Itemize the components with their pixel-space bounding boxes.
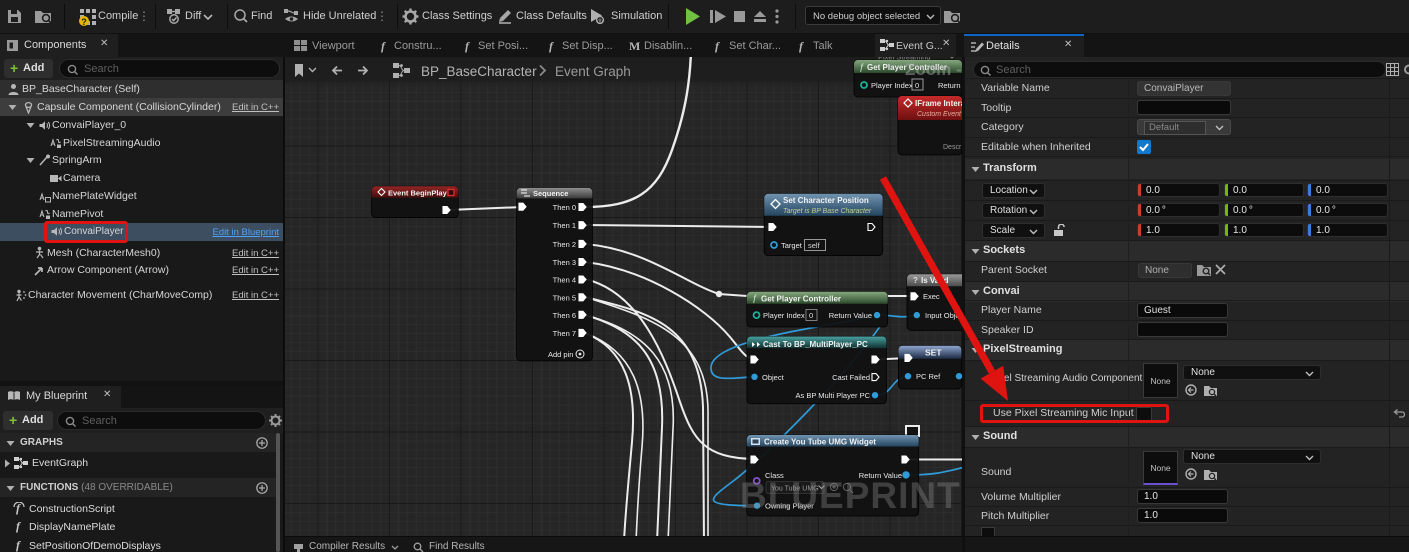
svg-text:Then 2: Then 2 [553, 240, 576, 249]
svg-text:Create You Tube UMG Widget: Create You Tube UMG Widget [764, 438, 876, 447]
svg-text:db: db [597, 19, 603, 25]
svg-text:IFrame Interac: IFrame Interac [915, 99, 962, 108]
svg-text:Descr: Descr [943, 144, 962, 151]
svg-text:SET: SET [925, 348, 942, 358]
svg-text:Event BeginPlay: Event BeginPlay [388, 189, 448, 198]
svg-text:Cast To BP_MultiPlayer_PC: Cast To BP_MultiPlayer_PC [763, 340, 868, 349]
svg-text:Target: Target [781, 241, 803, 250]
svg-text:PC Ref: PC Ref [916, 372, 941, 381]
svg-text:Exec: Exec [923, 292, 940, 301]
svg-text:Player Index: Player Index [763, 311, 805, 320]
svg-text:Return Value: Return Value [829, 311, 872, 320]
svg-text:Then 0: Then 0 [553, 203, 576, 212]
svg-text:Return V: Return V [938, 81, 962, 90]
svg-text:Then 3: Then 3 [553, 258, 576, 267]
svg-text:ƒ: ƒ [752, 293, 757, 303]
svg-text:Cast Failed: Cast Failed [832, 373, 870, 382]
svg-text:?: ? [81, 17, 87, 26]
svg-text:Add pin: Add pin [548, 350, 573, 359]
svg-text:As BP Multi Player PC: As BP Multi Player PC [796, 391, 871, 400]
svg-text:BLUEPRINT: BLUEPRINT [740, 475, 961, 516]
svg-text:Get Player Controller: Get Player Controller [761, 295, 841, 304]
svg-text:Then 5: Then 5 [553, 293, 576, 302]
svg-text:Then 1: Then 1 [553, 221, 576, 230]
svg-text:ƒ: ƒ [859, 62, 864, 72]
svg-text:Then 6: Then 6 [553, 311, 576, 320]
svg-text:self: self [808, 241, 821, 250]
svg-text:Custom Event: Custom Event [917, 111, 962, 118]
svg-text:BP_BaseCharacter: BP_BaseCharacter [421, 64, 537, 79]
svg-text:Sequence: Sequence [533, 189, 568, 198]
svg-text:0: 0 [809, 311, 813, 320]
svg-text:?: ? [913, 276, 918, 285]
svg-text:Input Object: Input Object [925, 311, 962, 320]
svg-text:Is Valid: Is Valid [921, 276, 949, 285]
svg-text:Set Character Position: Set Character Position [783, 196, 869, 205]
svg-text:Event Graph: Event Graph [555, 64, 631, 79]
svg-text:0: 0 [915, 81, 919, 90]
svg-text:Object: Object [762, 373, 785, 382]
svg-text:Then 7: Then 7 [553, 329, 576, 338]
svg-text:Then 4: Then 4 [553, 276, 576, 285]
svg-text:Target is BP Base Character: Target is BP Base Character [783, 208, 872, 215]
svg-text:Player Index: Player Index [871, 81, 913, 90]
svg-text:Zoom -2: Zoom -2 [905, 60, 962, 79]
